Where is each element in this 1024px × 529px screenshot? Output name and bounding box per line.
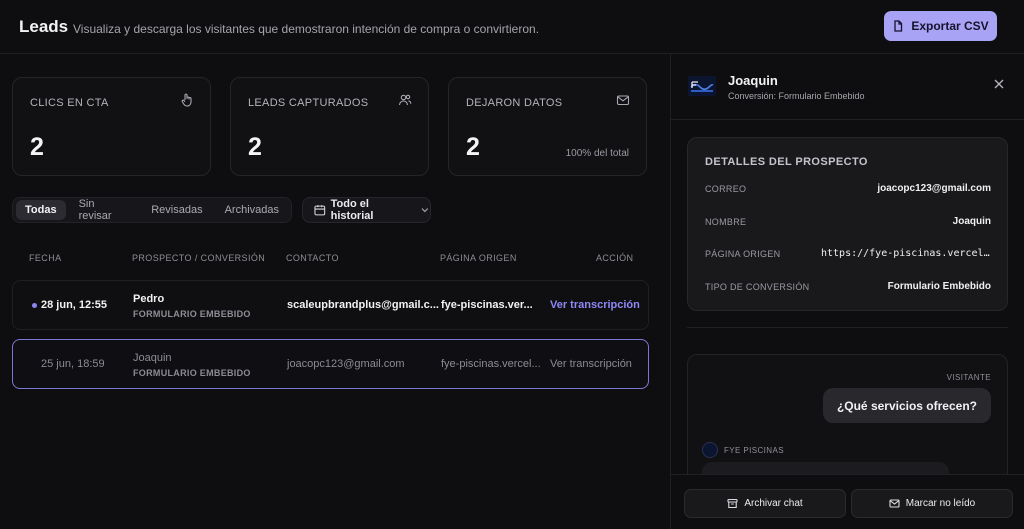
divider [687,327,1008,328]
row-date: 28 jun, 12:55 [41,299,108,311]
stat-label: LEADS CAPTURADOS [248,97,369,109]
detail-label-email: CORREO [705,184,747,194]
row-name: Joaquin [133,352,172,364]
archive-chat-button[interactable]: Archivar chat [684,489,846,518]
brand-logo [688,76,716,96]
history-label: Todo el historial [330,198,374,222]
row-origin: fye-piscinas.vercel... [441,358,541,370]
archive-icon [727,498,738,509]
panel-header: Joaquin Conversión: Formulario Embebido [671,54,1024,120]
panel-actions: Archivar chat Marcar no leído [671,474,1024,529]
row-conversion: FORMULARIO EMBEBIDO [133,368,251,378]
col-fecha: FECHA [29,253,62,263]
stat-value: 2 [248,133,262,161]
stat-card-data: DEJARON DATOS 2 100% del total [448,77,647,176]
stat-note: 100% del total [565,148,629,159]
col-prospecto: PROSPECTO / CONVERSIÓN [132,253,266,263]
table-row[interactable]: 28 jun, 12:55 Pedro FORMULARIO EMBEBIDO … [12,280,649,330]
unread-dot [32,303,37,308]
brand-logo-icon [688,76,716,96]
stat-card-leads: LEADS CAPTURADOS 2 [230,77,429,176]
page-subtitle: Visualiza y descarga los visitantes que … [73,22,540,36]
visitor-message: ¿Qué servicios ofrecen? [822,388,991,423]
table-row-selected[interactable]: 25 jun, 18:59 Joaquin FORMULARIO EMBEBID… [12,339,649,389]
stat-value: 2 [30,133,44,161]
detail-value-email: joacopc123@gmail.com [877,183,991,194]
row-date: 25 jun, 18:59 [41,358,105,370]
visitor-label: VISITANTE [946,373,991,382]
file-export-icon [894,20,903,32]
export-csv-button[interactable]: Exportar CSV [884,11,997,41]
page-header: Leads Visualiza y descarga los visitante… [0,0,1024,54]
chevron-down-icon [421,208,429,213]
detail-value-type: Formulario Embebido [887,281,991,292]
tab-revisadas[interactable]: Revisadas [142,200,211,220]
stat-card-clicks: CLICS EN CTA 2 [12,77,211,176]
row-conversion: FORMULARIO EMBEBIDO [133,309,251,319]
details-title: DETALLES DEL PROSPECTO [705,156,868,168]
col-contacto: CONTACTO [286,253,339,263]
users-icon [398,94,412,106]
lead-detail-panel: Joaquin Conversión: Formulario Embebido … [670,54,1024,529]
bot-sender: FYE PISCINAS [702,442,784,458]
bot-avatar [702,442,718,458]
detail-label-type: TIPO DE CONVERSIÓN [705,282,810,292]
mail-icon [889,499,900,508]
row-contact: joacopc123@gmail.com [287,358,405,370]
detail-value-name: Joaquin [952,216,991,227]
hand-pointer-icon [181,93,192,107]
row-contact: scaleupbrandplus@gmail.c... [287,299,439,311]
detail-label-name: NOMBRE [705,217,747,227]
close-icon[interactable] [993,78,1005,90]
row-name: Pedro [133,293,165,305]
tab-todas[interactable]: Todas [16,200,66,220]
view-transcript-link[interactable]: Ver transcripción [550,358,632,370]
lead-name: Joaquin [728,73,778,88]
lead-conversion: Conversión: Formulario Embebido [728,91,865,101]
filter-tabs: Todas Sin revisar Revisadas Archivadas [12,197,292,223]
page-title: Leads [19,17,69,36]
mail-icon [616,95,630,106]
mark-unread-label: Marcar no leído [905,498,976,509]
mark-unread-button[interactable]: Marcar no leído [851,489,1013,518]
calendar-icon [314,205,326,216]
tab-archivadas[interactable]: Archivadas [216,200,288,220]
row-origin: fye-piscinas.ver... [441,299,533,311]
prospect-details-card: DETALLES DEL PROSPECTO CORREO joacopc123… [687,137,1008,311]
stat-value: 2 [466,133,480,161]
bot-label: FYE PISCINAS [724,445,784,455]
detail-label-origin: PÁGINA ORIGEN [705,249,781,259]
detail-value-origin: https://fye-piscinas.vercel.a... [821,248,991,259]
tab-sin-revisar[interactable]: Sin revisar [70,194,139,226]
col-accion: ACCIÓN [596,253,634,263]
view-transcript-link[interactable]: Ver transcripción [550,299,640,311]
archive-chat-label: Archivar chat [744,498,803,509]
stat-label: DEJARON DATOS [466,97,563,109]
export-csv-label: Exportar CSV [911,19,989,33]
col-pagina-origen: PÁGINA ORIGEN [440,253,517,263]
stat-label: CLICS EN CTA [30,97,109,109]
history-dropdown[interactable]: Todo el historial [302,197,431,223]
